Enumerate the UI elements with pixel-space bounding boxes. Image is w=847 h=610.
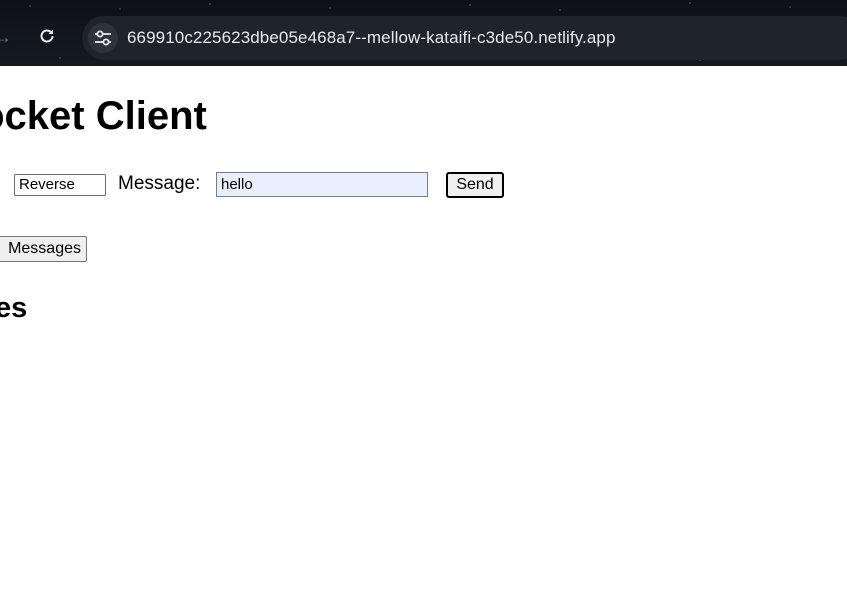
url-text[interactable]: 669910c225623dbe05e468a7--mellow-kataifi… — [127, 28, 616, 48]
message-label: Message: — [118, 173, 201, 194]
message-input[interactable] — [216, 172, 428, 197]
messages-heading: sages — [0, 292, 28, 324]
reload-icon[interactable] — [38, 27, 56, 45]
site-info-tune-icon[interactable] — [88, 23, 118, 53]
send-button[interactable]: Send — [446, 172, 504, 198]
mode-select-value: Reverse — [19, 176, 75, 193]
messages-button[interactable]: Messages — [0, 236, 87, 262]
address-bar[interactable]: 669910c225623dbe05e468a7--mellow-kataifi… — [82, 16, 847, 60]
forward-arrow-icon[interactable]: → — [0, 28, 12, 46]
page-title: bSocket Client — [0, 94, 207, 138]
message-controls: : Reverse Message: Send — [0, 172, 847, 198]
page-content: bSocket Client : Reverse Message: Send M… — [0, 66, 847, 610]
mode-select[interactable]: Reverse — [14, 174, 106, 196]
browser-toolbar: → 669910c225623dbe05e468a7--mellow-katai… — [0, 0, 847, 66]
